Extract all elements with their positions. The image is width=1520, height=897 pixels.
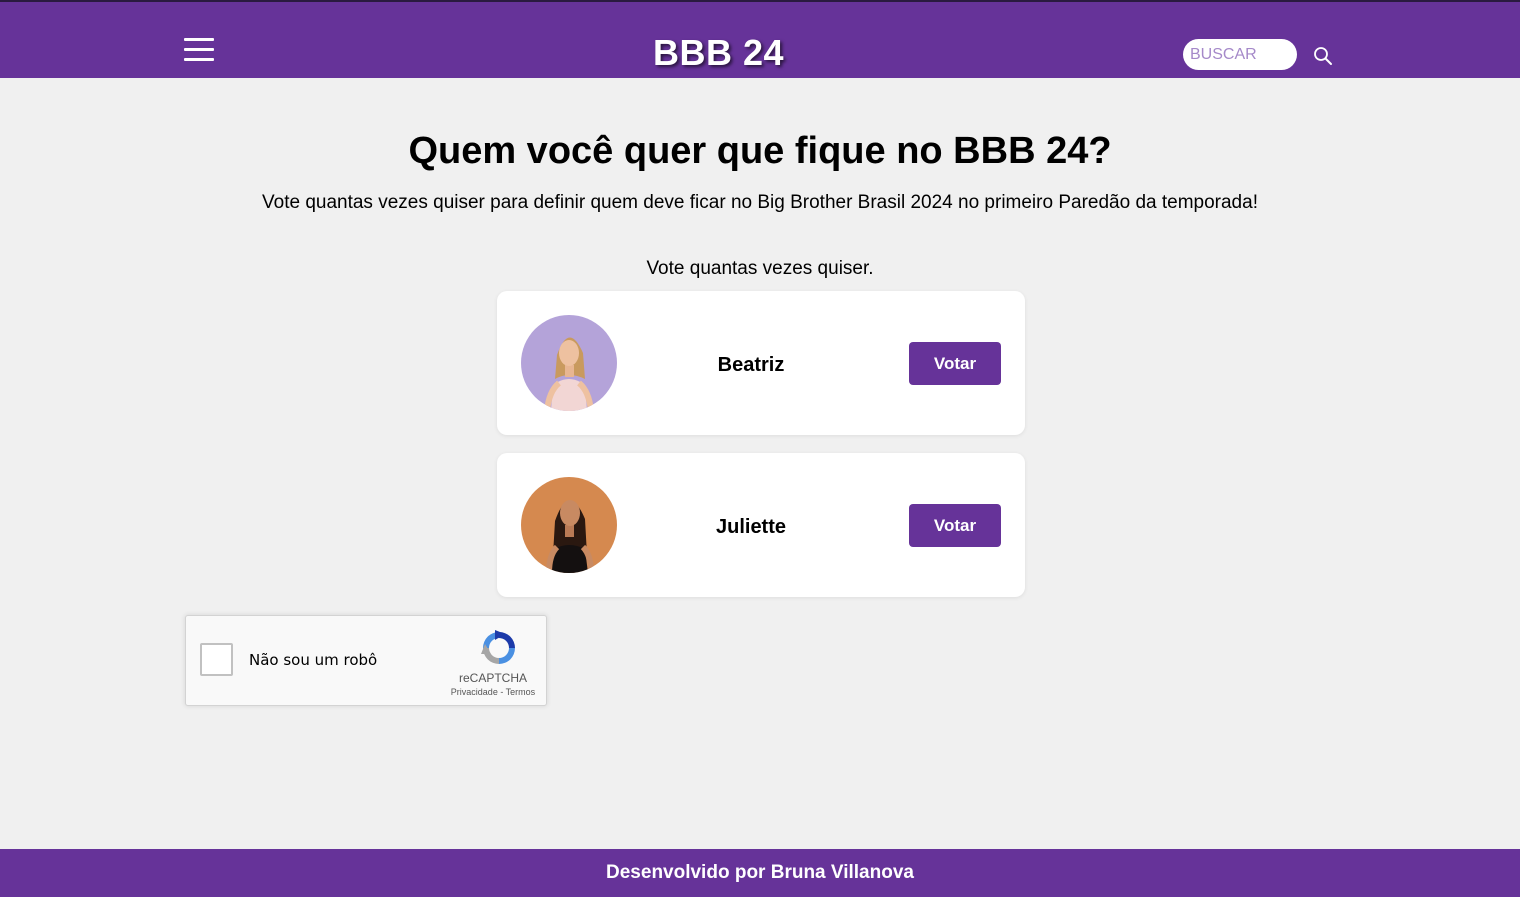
site-header: BBB 24 bbox=[0, 0, 1520, 78]
vote-hint: Vote quantas vezes quiser. bbox=[646, 258, 874, 279]
candidate-name: Juliette bbox=[715, 516, 787, 538]
recaptcha-links: Privacidade - Termos bbox=[438, 687, 548, 697]
avatar bbox=[521, 315, 617, 411]
recaptcha-privacy-link[interactable]: Privacidade bbox=[451, 687, 498, 697]
page-subtitle: Vote quantas vezes quiser para definir q… bbox=[262, 192, 1258, 213]
search-input[interactable] bbox=[1183, 39, 1297, 70]
avatar bbox=[521, 477, 617, 573]
recaptcha-logo-icon bbox=[479, 628, 519, 668]
vote-button-beatriz[interactable]: Votar bbox=[909, 342, 1001, 385]
candidate-card-juliette: Juliette Votar bbox=[497, 453, 1025, 597]
recaptcha-checkbox[interactable] bbox=[200, 643, 233, 676]
recaptcha-label: Não sou um robô bbox=[249, 651, 378, 669]
recaptcha-terms-link[interactable]: Termos bbox=[506, 687, 536, 697]
page-title: Quem você quer que fique no BBB 24? bbox=[408, 130, 1112, 172]
candidate-card-beatriz: Beatriz Votar bbox=[497, 291, 1025, 435]
search-icon[interactable] bbox=[1313, 46, 1333, 66]
footer-credit: Desenvolvido por Bruna Villanova bbox=[606, 862, 914, 883]
candidate-name: Beatriz bbox=[717, 354, 785, 376]
recaptcha-separator: - bbox=[497, 687, 506, 697]
recaptcha-widget: Não sou um robô reCAPTCHA Privacidade - … bbox=[185, 615, 547, 706]
vote-button-juliette[interactable]: Votar bbox=[909, 504, 1001, 547]
site-footer: Desenvolvido por Bruna Villanova bbox=[0, 849, 1520, 897]
recaptcha-brand: reCAPTCHA bbox=[458, 671, 527, 685]
